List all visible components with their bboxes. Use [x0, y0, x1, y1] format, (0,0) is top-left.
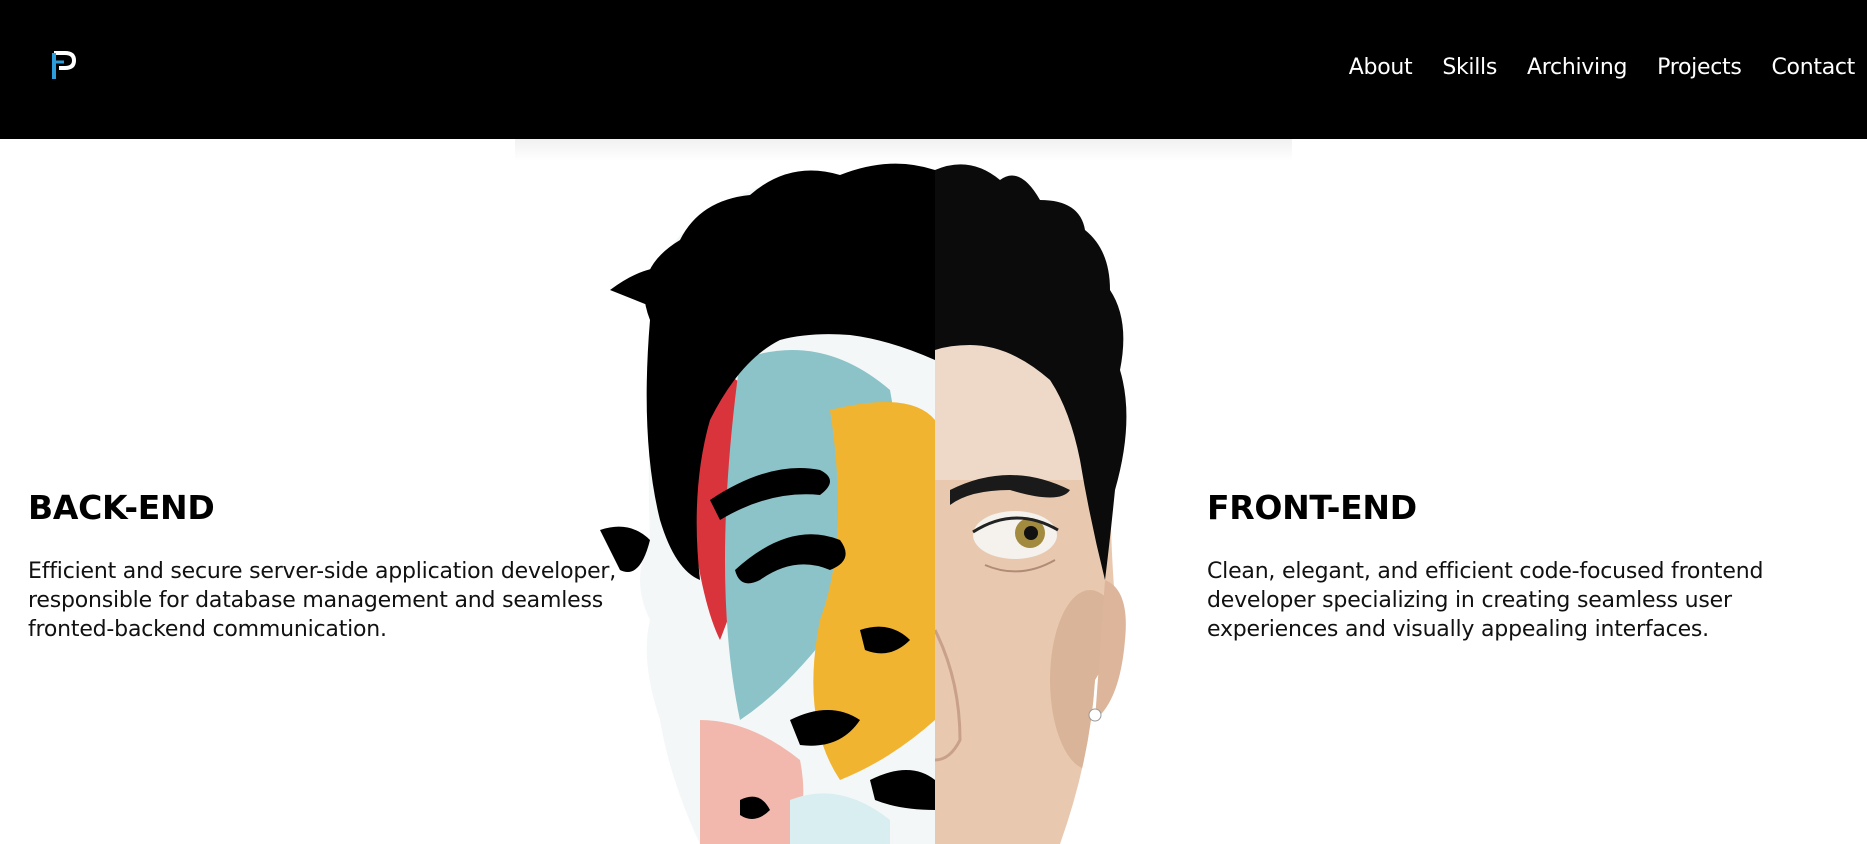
backend-column: BACK-END Efficient and secure server-sid…	[28, 488, 638, 644]
site-header: About Skills Archiving Projects Contact	[0, 0, 1867, 139]
nav-projects[interactable]: Projects	[1657, 55, 1742, 80]
split-face-image	[590, 160, 1240, 844]
p-monogram-logo	[52, 51, 77, 79]
logo-icon[interactable]	[50, 50, 80, 82]
nav-archiving[interactable]: Archiving	[1527, 55, 1627, 80]
frontend-column: FRONT-END Clean, elegant, and efficient …	[1207, 488, 1817, 644]
frontend-title: FRONT-END	[1207, 488, 1417, 527]
frontend-description: Clean, elegant, and efficient code-focus…	[1207, 559, 1764, 642]
nav-contact[interactable]: Contact	[1772, 55, 1856, 80]
main-nav: About Skills Archiving Projects Contact	[1319, 55, 1867, 80]
nav-about[interactable]: About	[1349, 55, 1413, 80]
backend-title: BACK-END	[28, 488, 215, 527]
nav-skills[interactable]: Skills	[1442, 55, 1497, 80]
hero-image-top-edge	[515, 139, 1292, 161]
backend-description: Efficient and secure server-side applica…	[28, 559, 617, 642]
page: About Skills Archiving Projects Contact	[0, 0, 1867, 844]
